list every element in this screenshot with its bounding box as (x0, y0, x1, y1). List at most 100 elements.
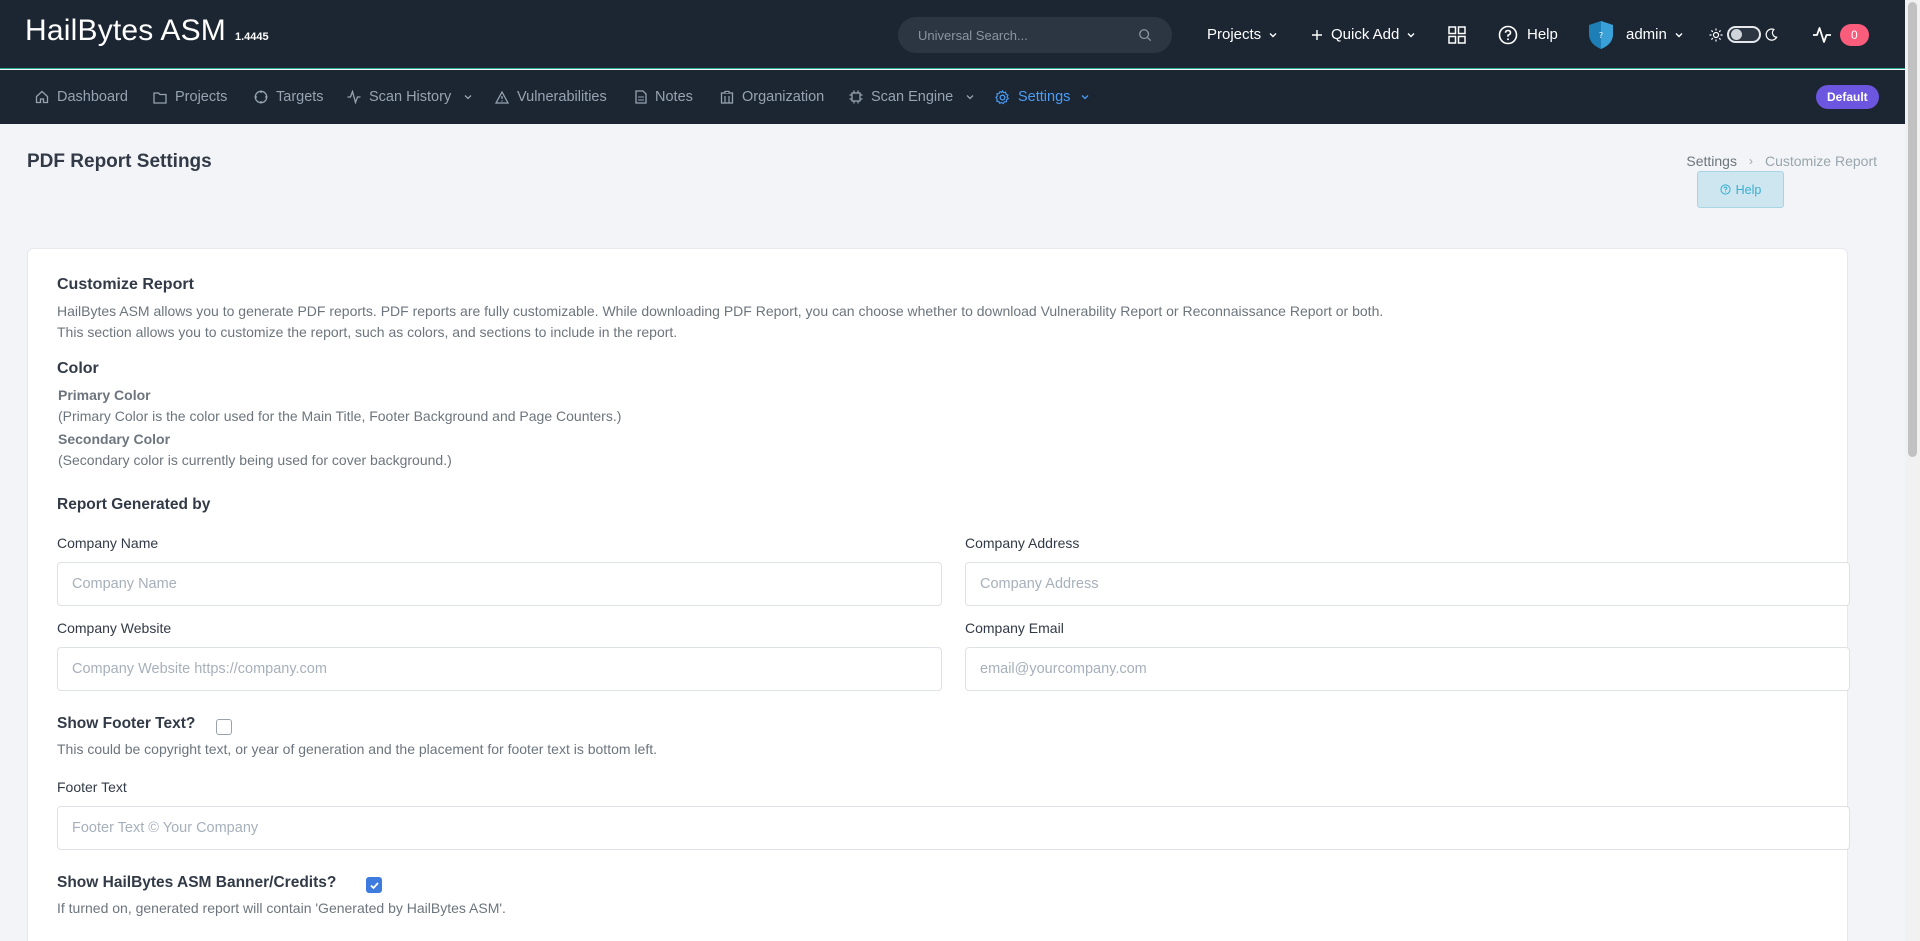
page-scrollbar[interactable] (1905, 0, 1920, 941)
nav-scan-engine[interactable]: Scan Engine (849, 70, 983, 124)
theme-toggle[interactable] (1727, 26, 1761, 43)
show-banner-checkbox[interactable] (366, 877, 382, 893)
help-button[interactable]: Help (1697, 171, 1784, 208)
breadcrumb: Settings › Customize Report (1686, 153, 1877, 169)
company-name-label: Company Name (57, 535, 159, 551)
main-nav: Dashboard Projects Targets Scan History … (0, 70, 1905, 124)
chevron-down-icon (1081, 95, 1089, 100)
nav-dashboard[interactable]: Dashboard (35, 70, 128, 124)
secondary-color-label: Secondary Color (58, 431, 171, 447)
show-banner-label: Show HailBytes ASM Banner/Credits? (57, 874, 337, 891)
company-email-input[interactable] (965, 647, 1850, 691)
search-icon[interactable] (1138, 28, 1152, 42)
shield-avatar-icon: ? (1589, 20, 1613, 49)
nav-settings[interactable]: Settings (995, 70, 1098, 124)
nav-scan-history[interactable]: Scan History (347, 70, 481, 124)
projects-label: Projects (1207, 26, 1262, 43)
brand-logo[interactable]: HailBytes ASM 1.4445 (25, 14, 269, 48)
company-website-label: Company Website (57, 620, 172, 636)
plus-icon (1312, 29, 1322, 40)
help-label: Help (1527, 26, 1558, 43)
quick-add-label: Quick Add (1331, 26, 1400, 43)
breadcrumb-current: Customize Report (1764, 153, 1877, 169)
user-name: admin (1626, 26, 1667, 43)
activity-icon (1813, 26, 1831, 43)
customize-description-1: HailBytes ASM allows you to generate PDF… (57, 303, 1384, 319)
footer-text-label: Footer Text (57, 779, 127, 795)
scrollbar-thumb[interactable] (1908, 2, 1917, 457)
help-button-label: Help (1735, 182, 1762, 197)
universal-search (898, 17, 1172, 53)
company-address-input[interactable] (965, 562, 1850, 606)
theme-switcher[interactable] (1709, 0, 1778, 69)
show-banner-description: If turned on, generated report will cont… (57, 900, 506, 916)
question-circle-icon (1720, 184, 1731, 195)
nav-label: Scan History (369, 89, 452, 105)
current-project-badge[interactable]: Default (1816, 85, 1879, 109)
nav-label: Notes (655, 89, 693, 105)
show-footer-checkbox[interactable] (216, 719, 232, 735)
question-circle-icon (1498, 25, 1518, 44)
nav-projects[interactable]: Projects (153, 70, 227, 124)
help-link[interactable]: Help (1498, 0, 1558, 69)
nav-label: Settings (1018, 89, 1071, 105)
customize-report-card: Customize Report HailBytes ASM allows yo… (27, 248, 1850, 941)
notification-count-badge: 0 (1840, 23, 1869, 46)
customize-heading: Customize Report (57, 276, 194, 293)
nav-organization[interactable]: Organization (720, 70, 824, 124)
alert-triangle-icon (495, 90, 509, 104)
company-name-input[interactable] (57, 562, 942, 606)
company-email-label: Company Email (965, 620, 1064, 636)
target-icon (254, 90, 268, 104)
show-footer-label: Show Footer Text? (57, 715, 196, 732)
svg-text:?: ? (1599, 31, 1603, 40)
page-title: PDF Report Settings (27, 151, 212, 172)
company-address-label: Company Address (965, 535, 1080, 551)
user-menu[interactable]: ? admin (1587, 0, 1684, 69)
top-header: HailBytes ASM 1.4445 Projects Quick Add (0, 0, 1905, 69)
chevron-down-icon (464, 95, 472, 100)
file-text-icon (635, 90, 647, 104)
activity-notifications[interactable]: 0 (1812, 0, 1869, 69)
moon-icon (1765, 28, 1778, 41)
nav-targets[interactable]: Targets (254, 70, 324, 124)
building-icon (720, 90, 734, 104)
search-input[interactable] (918, 27, 1128, 43)
nav-label: Targets (276, 89, 324, 105)
secondary-color-description: (Secondary color is currently being used… (58, 452, 452, 468)
chevron-down-icon (1269, 32, 1277, 37)
chevron-right-icon: › (1748, 154, 1753, 168)
nav-notes[interactable]: Notes (635, 70, 693, 124)
checkmark-icon (370, 882, 379, 890)
primary-color-label: Primary Color (58, 387, 151, 403)
apps-grid-button[interactable] (1448, 0, 1466, 69)
nav-label: Projects (175, 89, 228, 105)
brand-name: HailBytes ASM (25, 14, 226, 47)
activity-icon (347, 90, 361, 104)
show-footer-description: This could be copyright text, or year of… (57, 741, 657, 757)
chevron-down-icon (1675, 32, 1683, 37)
projects-dropdown[interactable]: Projects (1207, 0, 1278, 69)
brand-version: 1.4445 (235, 31, 269, 43)
chevron-down-icon (966, 95, 974, 100)
color-heading: Color (57, 360, 99, 377)
breadcrumb-settings[interactable]: Settings (1686, 153, 1737, 169)
primary-color-description: (Primary Color is the color used for the… (58, 408, 622, 424)
nav-label: Dashboard (57, 89, 128, 105)
customize-description-2: This section allows you to customize the… (57, 324, 678, 340)
nav-label: Organization (742, 89, 825, 105)
grid-icon (1448, 25, 1466, 44)
nav-label: Scan Engine (871, 89, 954, 105)
chevron-down-icon (1407, 32, 1415, 37)
folder-icon (153, 91, 167, 104)
footer-text-input[interactable] (57, 806, 1850, 850)
cpu-icon (849, 90, 863, 104)
nav-vulnerabilities[interactable]: Vulnerabilities (495, 70, 607, 124)
gear-icon (995, 89, 1010, 104)
nav-label: Vulnerabilities (517, 89, 607, 105)
quick-add-dropdown[interactable]: Quick Add (1311, 0, 1416, 69)
sun-icon (1709, 28, 1723, 41)
home-icon (35, 90, 49, 104)
generated-by-heading: Report Generated by (57, 496, 211, 513)
company-website-input[interactable] (57, 647, 942, 691)
